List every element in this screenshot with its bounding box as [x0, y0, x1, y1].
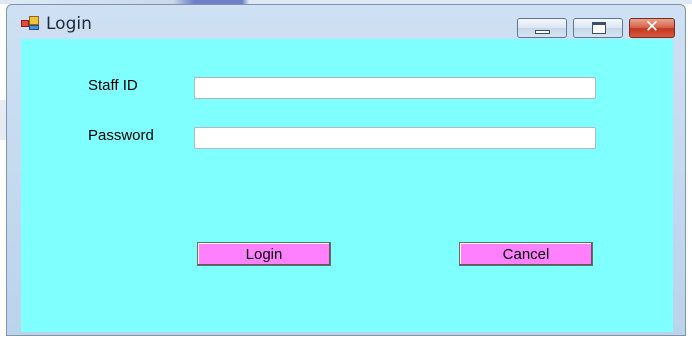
password-input[interactable] — [194, 127, 596, 149]
login-button[interactable]: Login — [197, 242, 331, 266]
form-client-area: Staff ID Password Login Cancel — [21, 39, 673, 332]
staff-id-label: Staff ID — [88, 77, 138, 94]
close-icon: ✕ — [644, 17, 660, 37]
cancel-button[interactable]: Cancel — [459, 242, 593, 266]
maximize-button[interactable] — [573, 18, 623, 38]
staff-id-input[interactable] — [194, 77, 596, 99]
form-icon — [21, 16, 39, 30]
maximize-icon — [592, 22, 606, 34]
minimize-icon — [535, 30, 550, 34]
login-window: Login ✕ Staff ID Password Login Cancel — [6, 4, 686, 336]
password-label: Password — [88, 127, 154, 144]
window-title: Login — [46, 14, 92, 34]
close-button[interactable]: ✕ — [629, 17, 675, 38]
title-bar[interactable]: Login ✕ — [7, 5, 685, 39]
minimize-button[interactable] — [517, 18, 567, 38]
